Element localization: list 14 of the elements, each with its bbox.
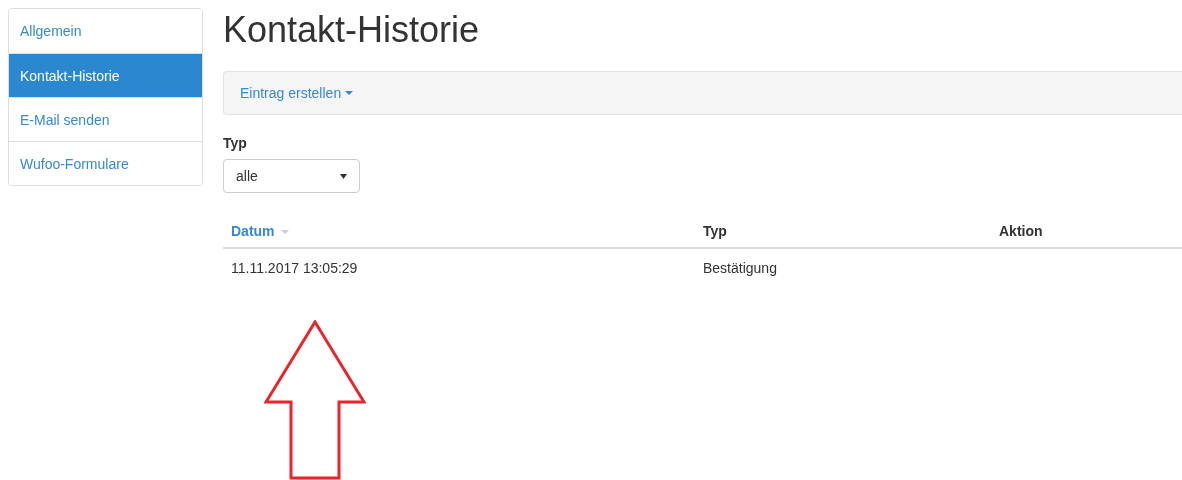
type-select[interactable]: alle [223, 159, 360, 193]
column-header[interactable]: Datum [231, 221, 275, 243]
table-cell: Bestätigung [703, 259, 777, 276]
sidebar-item[interactable]: Wufoo-Formulare [9, 141, 202, 185]
column-header: Aktion [999, 222, 1043, 242]
caret-icon [345, 91, 354, 96]
sort-icon [280, 229, 289, 234]
column-header: Typ [703, 222, 727, 242]
table-cell: 11.11.2017 13:05:29 [231, 259, 358, 276]
filter-label: Typ [223, 134, 247, 154]
create-entry-button[interactable]: Eintrag erstellen [240, 82, 354, 104]
dropdown-arrow-icon [340, 173, 347, 179]
sidebar-item[interactable]: Kontakt-Historie [9, 53, 202, 97]
page-title: Kontakt-Historie [223, 10, 480, 50]
